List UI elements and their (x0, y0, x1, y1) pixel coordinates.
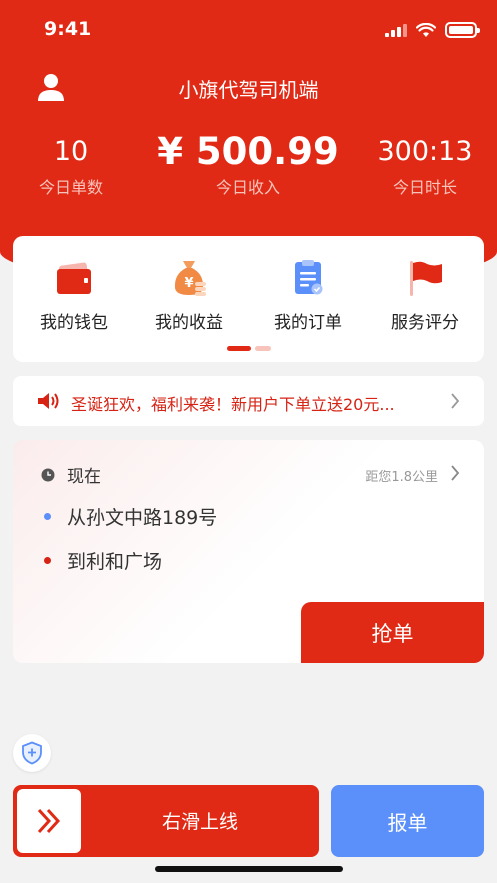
battery-icon (445, 22, 480, 38)
clipboard-icon (295, 260, 323, 295)
home-indicator (155, 866, 343, 872)
chevron-right-icon (451, 465, 460, 481)
order-distance: 距您1.8公里 (365, 470, 438, 485)
stat-income: ¥ 500.99 今日收入 (148, 132, 348, 198)
stat-duration: 300:13 今日时长 (370, 132, 480, 198)
stat-income-value: ¥ 500.99 (157, 130, 339, 173)
notice-text: 圣诞狂欢，福利来袭！新用户下单立送20元... (71, 395, 395, 414)
menu-item-wallet[interactable]: 我的钱包 (19, 258, 129, 333)
stat-duration-value: 300:13 (377, 136, 473, 167)
menu-label-earnings: 我的收益 (155, 313, 223, 333)
page-indicator (227, 346, 271, 351)
from-dot-icon (44, 513, 51, 520)
status-bar: 9:41 (0, 0, 497, 60)
stat-income-label: 今日收入 (215, 178, 280, 197)
order-to-row: 到利和广场 (41, 547, 162, 574)
page-dot-active (227, 346, 251, 351)
page-dot (255, 346, 271, 351)
stat-duration-label: 今日时长 (392, 178, 457, 197)
grab-order-button[interactable]: 抢单 (301, 602, 484, 663)
slider-label: 右滑上线 (161, 811, 238, 833)
double-chevron-right-icon (37, 808, 61, 834)
status-icons (385, 22, 480, 38)
signal-icon (385, 23, 407, 37)
wifi-icon (416, 22, 436, 37)
clock-icon (41, 468, 55, 481)
menu-label-wallet: 我的钱包 (40, 313, 108, 333)
chevron-right-icon (451, 393, 460, 409)
slider-handle[interactable] (17, 789, 81, 853)
stat-orders: 10 今日单数 (20, 132, 122, 198)
shield-plus-icon (22, 741, 42, 765)
slide-online-slider[interactable]: 右滑上线 (13, 785, 319, 857)
safety-button[interactable] (13, 734, 51, 772)
menu-label-orders: 我的订单 (274, 313, 342, 333)
menu-item-rating[interactable]: 服务评分 (370, 258, 480, 333)
stat-orders-label: 今日单数 (38, 178, 103, 197)
speaker-icon (38, 393, 59, 409)
menu-item-earnings[interactable]: ¥ 我的收益 (134, 258, 244, 333)
order-from: 从孙文中路189号 (67, 507, 218, 529)
report-order-button[interactable]: 报单 (331, 785, 484, 857)
status-time: 9:41 (44, 18, 92, 40)
svg-text:¥: ¥ (184, 276, 193, 291)
notice-banner[interactable]: 圣诞狂欢，福利来袭！新用户下单立送20元... (13, 376, 484, 426)
menu-item-orders[interactable]: 我的订单 (253, 258, 363, 333)
order-to: 到利和广场 (67, 551, 163, 573)
menu-label-rating: 服务评分 (391, 313, 459, 333)
order-time-row: 现在 (41, 462, 101, 487)
order-time: 现在 (67, 467, 101, 487)
order-card[interactable]: 现在 距您1.8公里 从孙文中路189号 到利和广场 抢单 (13, 440, 484, 663)
flag-icon (410, 261, 442, 296)
stats-row: 10 今日单数 ¥ 500.99 今日收入 300:13 今日时长 (0, 132, 497, 212)
money-bag-icon: ¥ (174, 261, 206, 296)
stat-orders-value: 10 (53, 136, 89, 167)
menu-card: 我的钱包 ¥ 我的收益 我的订单 服务评分 (13, 236, 484, 362)
app-title: 小旗代驾司机端 (178, 78, 319, 102)
order-from-row: 从孙文中路189号 (41, 503, 217, 530)
to-dot-icon (44, 557, 51, 564)
wallet-icon (57, 262, 91, 294)
